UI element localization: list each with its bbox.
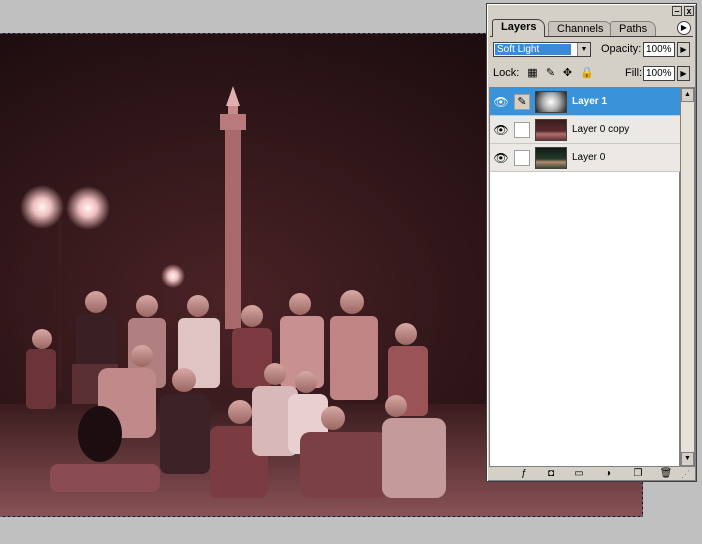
- lock-brush-icon[interactable]: ✎: [544, 67, 557, 80]
- layer-thumbnail: [535, 147, 567, 169]
- lock-all-icon[interactable]: 🔒: [580, 67, 594, 80]
- fill-slider-button[interactable]: ▶: [677, 66, 690, 81]
- tab-layers[interactable]: Layers: [492, 19, 546, 37]
- scroll-up-button[interactable]: ▲: [681, 88, 694, 102]
- layers-scrollbar[interactable]: ▲ ▼: [680, 87, 695, 467]
- link-box[interactable]: [514, 150, 530, 166]
- layer-name[interactable]: Layer 1: [572, 95, 607, 108]
- link-box[interactable]: [514, 122, 530, 138]
- lock-move-icon[interactable]: ✥: [561, 67, 574, 80]
- lock-fill-row: Lock: ▦ ✎ ✥ 🔒 Fill: 100% ▶: [493, 66, 692, 82]
- layers-palette: – x Layers Channels Paths ▶ Soft Light ▼…: [486, 3, 697, 482]
- eye-icon[interactable]: 👁: [493, 150, 509, 166]
- trash-icon[interactable]: 🗑: [659, 467, 673, 480]
- opacity-label: Opacity:: [601, 43, 642, 55]
- fill-label: Fill:: [625, 67, 643, 79]
- palette-titlebar[interactable]: – x: [488, 5, 695, 17]
- layer-thumbnail: [535, 91, 567, 113]
- opacity-slider-button[interactable]: ▶: [677, 42, 690, 57]
- chevron-down-icon[interactable]: ▼: [577, 43, 590, 56]
- close-button[interactable]: x: [684, 6, 694, 16]
- blend-opacity-row: Soft Light ▼ Opacity: 100% ▶: [493, 42, 692, 58]
- lock-label: Lock:: [493, 67, 520, 79]
- triangle-right-icon: ▶: [680, 23, 688, 32]
- palette-bottom-toolbar: ƒ ◘ ▭ ◑ ❐ 🗑 ⋰: [489, 467, 694, 481]
- tab-paths[interactable]: Paths: [610, 21, 657, 37]
- layer-style-icon[interactable]: ƒ: [517, 467, 531, 480]
- minimize-button[interactable]: –: [672, 6, 682, 16]
- eye-icon[interactable]: 👁: [493, 122, 509, 138]
- blend-mode-value: Soft Light: [495, 44, 571, 55]
- tab-channels[interactable]: Channels: [548, 21, 613, 37]
- layers-list: 👁 ✎ Layer 1 👁 Layer 0 copy 👁 Layer 0: [489, 87, 680, 467]
- palette-menu-button[interactable]: ▶: [677, 21, 691, 35]
- layer-name[interactable]: Layer 0: [572, 151, 605, 164]
- eye-icon[interactable]: 👁: [493, 94, 509, 110]
- layer-row-layer-1[interactable]: 👁 ✎ Layer 1: [490, 88, 680, 116]
- brush-icon[interactable]: ✎: [514, 94, 530, 110]
- new-group-icon[interactable]: ▭: [572, 467, 586, 480]
- opacity-input[interactable]: 100%: [643, 42, 675, 57]
- palette-tabs: Layers Channels Paths ▶: [490, 19, 693, 37]
- scroll-down-button[interactable]: ▼: [681, 452, 694, 466]
- layer-thumbnail: [535, 119, 567, 141]
- add-mask-icon[interactable]: ◘: [544, 467, 558, 480]
- new-layer-icon[interactable]: ❐: [631, 467, 645, 480]
- adjustment-layer-icon[interactable]: ◑: [601, 467, 615, 480]
- resize-grip-icon[interactable]: ⋰: [681, 468, 693, 480]
- fill-input[interactable]: 100%: [643, 66, 675, 81]
- layer-row-layer-0[interactable]: 👁 Layer 0: [490, 144, 680, 172]
- layer-row-layer-0-copy[interactable]: 👁 Layer 0 copy: [490, 116, 680, 144]
- blend-mode-dropdown[interactable]: Soft Light ▼: [493, 42, 591, 57]
- layer-name[interactable]: Layer 0 copy: [572, 123, 629, 136]
- lock-transparent-icon[interactable]: ▦: [526, 67, 539, 80]
